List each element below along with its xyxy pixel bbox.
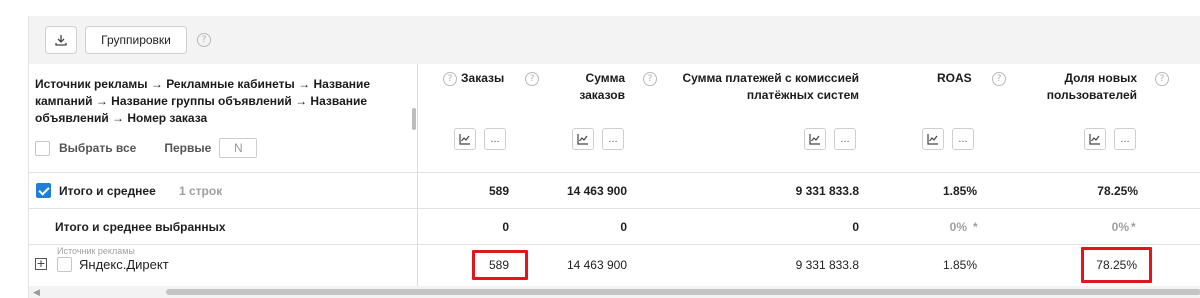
orders-more-button[interactable]: ... [484, 128, 506, 150]
new-users-help-icon[interactable]: ? [1155, 72, 1169, 86]
selected-payments-sum: 0 [852, 220, 859, 234]
selected-roas: 0% [949, 220, 967, 234]
line-chart-icon [1089, 134, 1100, 145]
download-button[interactable] [45, 26, 77, 54]
horizontal-scrollbar-thumb[interactable] [166, 289, 1200, 295]
line-chart-icon [577, 134, 588, 145]
selected-new-users-marker: * [1131, 220, 1136, 234]
line-chart-icon [459, 134, 470, 145]
new-users-chart-button[interactable] [1084, 128, 1106, 150]
expand-row-button[interactable]: + [35, 258, 47, 270]
total-orders: 589 [488, 184, 509, 198]
total-row-count: 1 строк [179, 184, 223, 198]
orders-sum-chart-button[interactable] [572, 128, 594, 150]
column-header-new-users-share[interactable]: Доля новых пользователей [1039, 70, 1137, 104]
report-panel: Группировки ? Источник рекламы → Рекламн… [28, 16, 1200, 298]
selected-orders-sum: 0 [620, 220, 627, 234]
grouping-path-title: Источник рекламы → Рекламные кабинеты → … [35, 77, 371, 125]
table-row[interactable]: Источник рекламы + Яндекс.Директ 589 14 … [29, 244, 1200, 283]
payments-more-button[interactable]: ... [834, 128, 856, 150]
selected-total-row: Итого и среднее выбранных 0 0 0 0% * 0% … [29, 208, 1200, 244]
select-all-controls: Выбрать все Первые N [35, 138, 258, 158]
row-orders-sum: 14 463 900 [566, 258, 627, 272]
horizontal-scrollbar[interactable]: ◀ [29, 286, 1200, 298]
row-checkbox[interactable] [57, 257, 72, 272]
report-table: Источник рекламы → Рекламные кабинеты → … [29, 64, 1200, 292]
selected-new-users-share: 0% [1111, 220, 1129, 234]
orders-help-icon[interactable]: ? [443, 72, 457, 86]
row-payments-sum: 9 331 833.8 [795, 258, 859, 272]
selected-total-label: Итого и среднее выбранных [55, 220, 226, 234]
download-icon [55, 35, 67, 46]
selected-orders: 0 [502, 220, 509, 234]
line-chart-icon [809, 134, 820, 145]
total-new-users-share: 78.25% [1097, 184, 1138, 198]
row-label[interactable]: Яндекс.Директ [79, 258, 169, 272]
total-row: Итого и среднее 1 строк 589 14 463 900 9… [29, 172, 1200, 208]
help-icon[interactable]: ? [197, 33, 211, 47]
roas-more-button[interactable]: ... [952, 128, 974, 150]
select-all-label: Выбрать все [59, 141, 137, 155]
new-users-more-button[interactable]: ... [1114, 128, 1136, 150]
roas-chart-button[interactable] [922, 128, 944, 150]
select-all-checkbox[interactable] [35, 140, 50, 156]
payments-help-icon[interactable]: ? [643, 72, 657, 86]
orders-sum-help-icon[interactable]: ? [525, 72, 539, 86]
toolbar: Группировки ? [29, 16, 1200, 64]
column-header-payments-sum[interactable]: Сумма платежей с комиссией платёжных сис… [667, 70, 859, 104]
group-caption: Источник рекламы [57, 246, 135, 256]
header-scrollbar[interactable] [412, 108, 416, 130]
column-header-orders-sum[interactable]: Сумма заказов [575, 70, 625, 104]
payments-chart-button[interactable] [804, 128, 826, 150]
line-chart-icon [927, 134, 938, 145]
column-header-roas[interactable]: ROAS [937, 70, 972, 87]
first-n-input[interactable]: N [219, 138, 258, 158]
total-orders-sum: 14 463 900 [566, 184, 627, 198]
total-payments-sum: 9 331 833.8 [795, 184, 859, 198]
roas-help-icon[interactable]: ? [992, 72, 1006, 86]
selected-roas-marker: * [973, 220, 978, 234]
orders-sum-more-button[interactable]: ... [602, 128, 624, 150]
new-users-highlight-box [1081, 247, 1152, 283]
first-n-label: Первые [164, 141, 212, 155]
column-header-orders[interactable]: Заказы [461, 70, 504, 87]
scroll-left-icon[interactable]: ◀ [33, 287, 40, 298]
grouping-button[interactable]: Группировки [85, 26, 187, 54]
row-roas: 1.85% [942, 258, 977, 272]
total-row-label: Итого и среднее [59, 184, 156, 198]
total-roas: 1.85% [942, 184, 977, 198]
table-header: Источник рекламы → Рекламные кабинеты → … [29, 64, 1200, 172]
orders-chart-button[interactable] [454, 128, 476, 150]
total-row-checkbox[interactable] [36, 183, 51, 198]
orders-highlight-box [472, 250, 528, 280]
